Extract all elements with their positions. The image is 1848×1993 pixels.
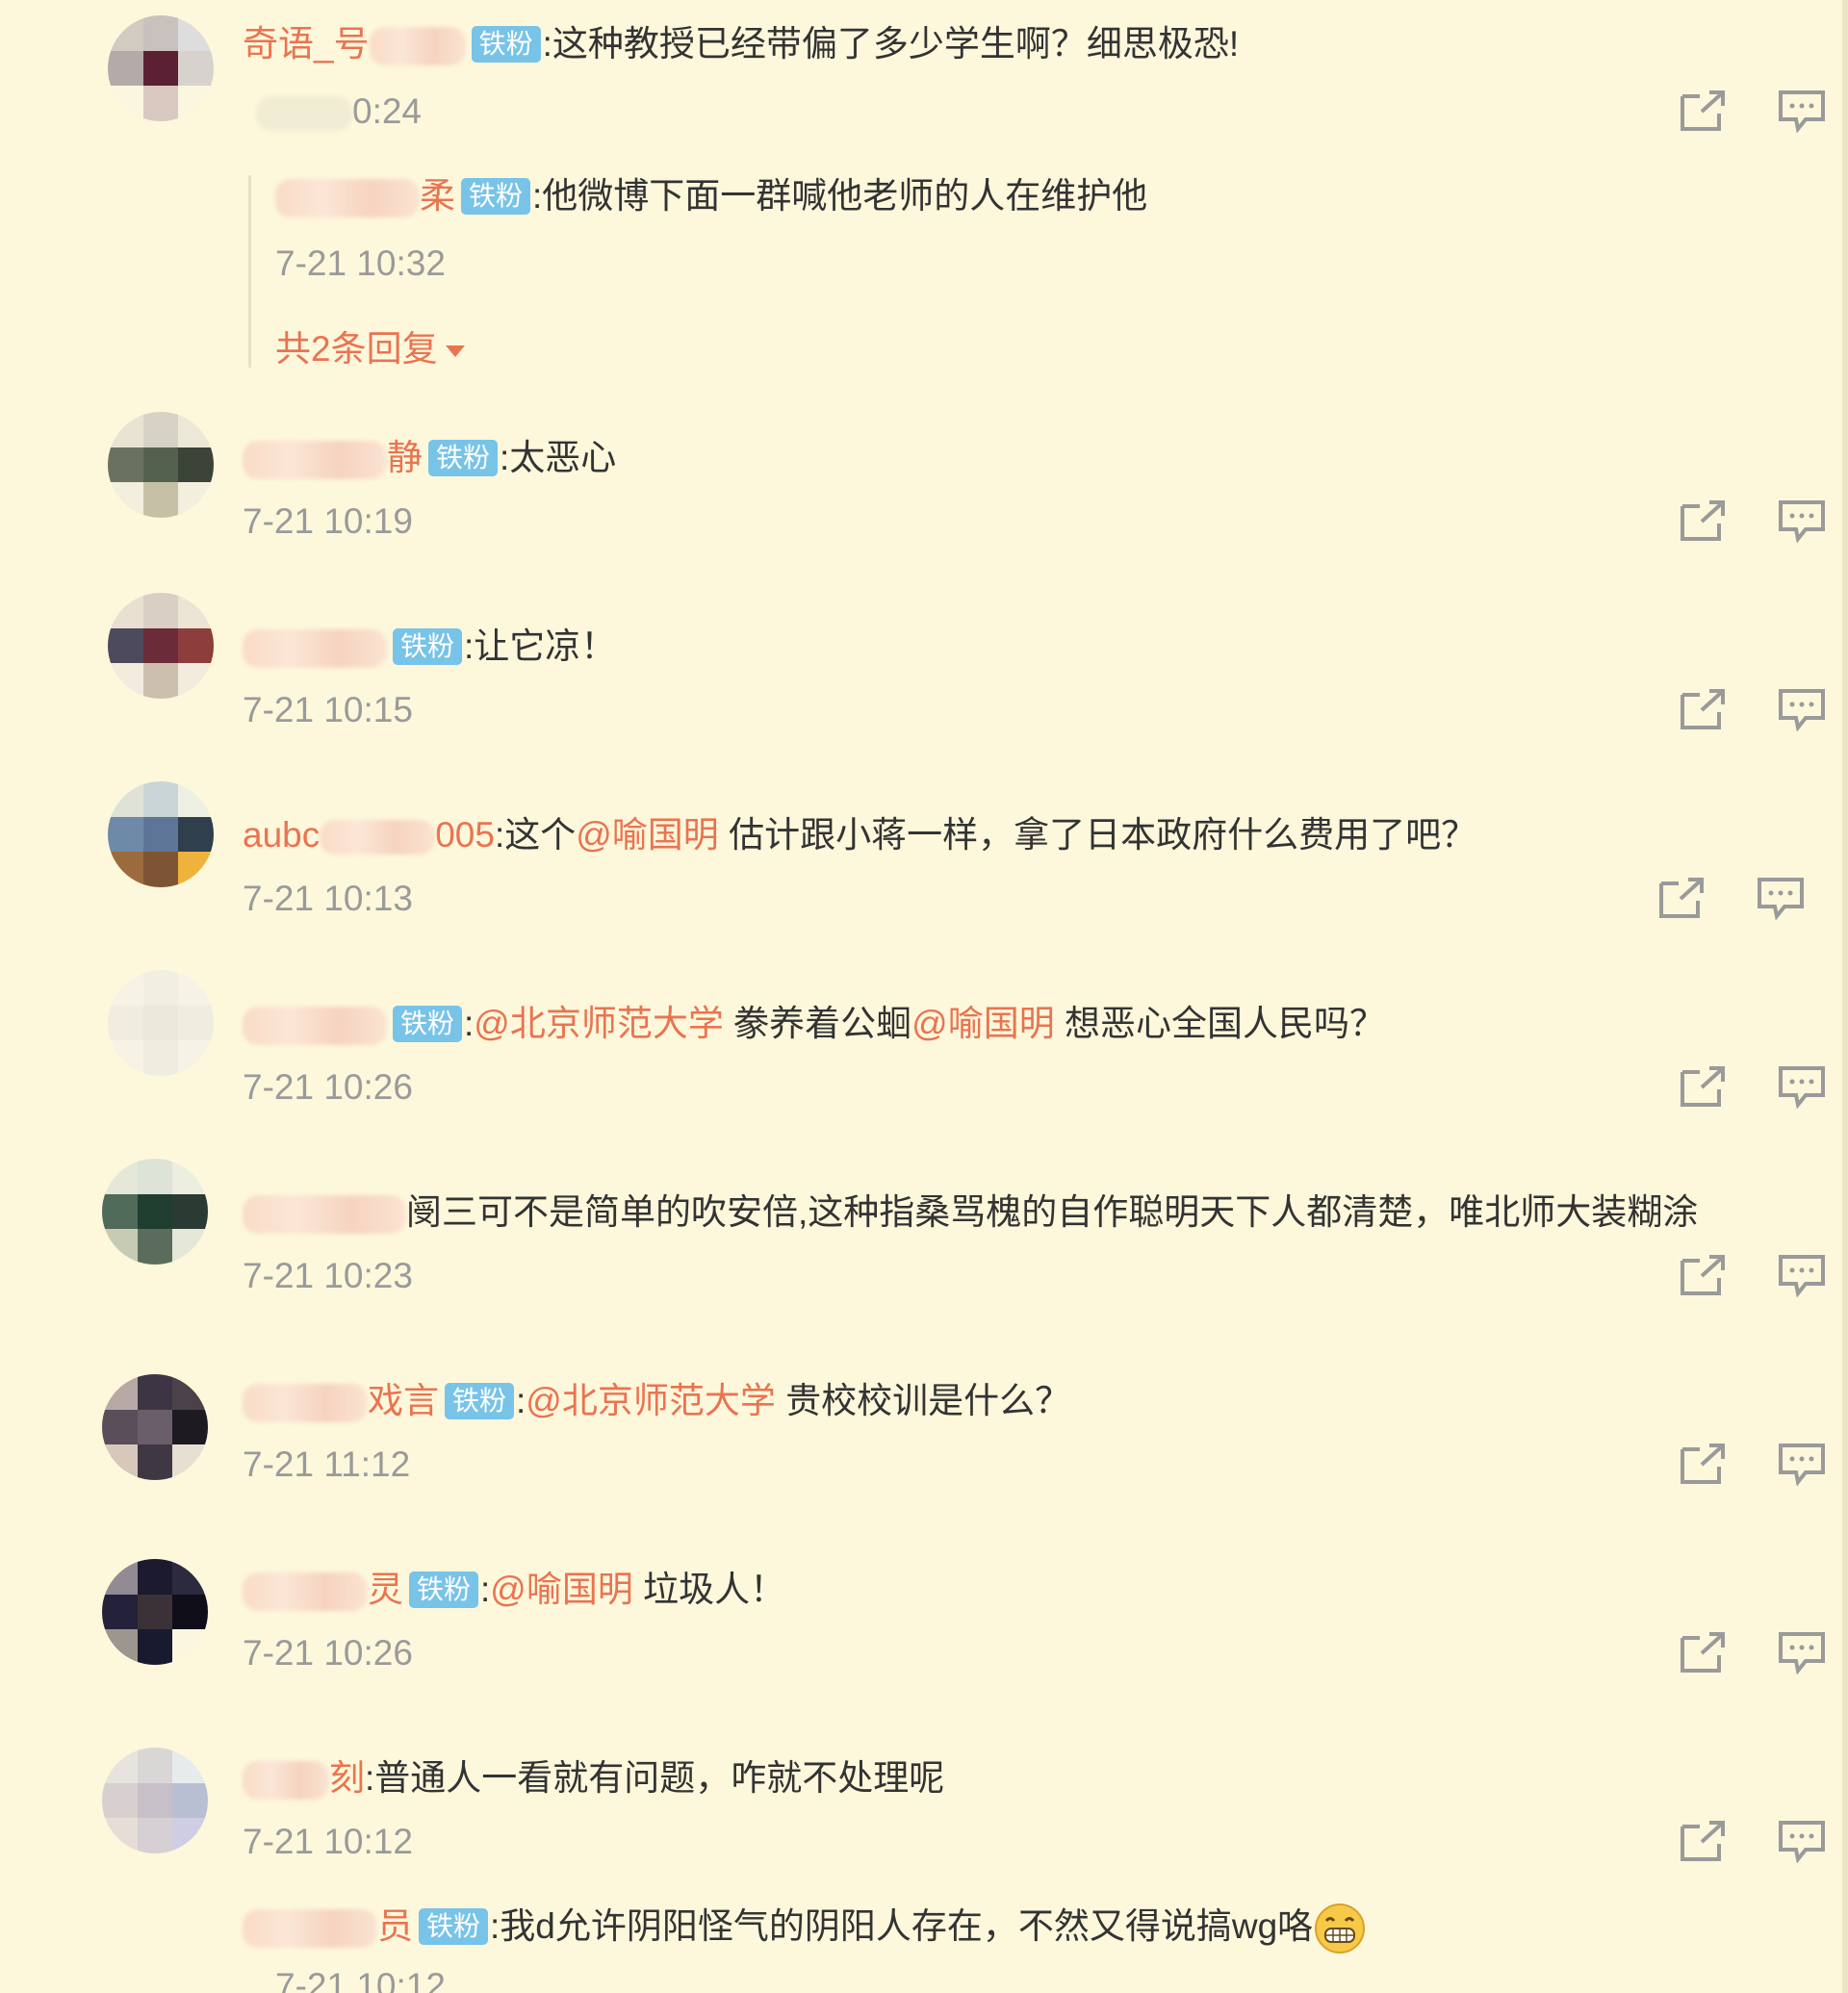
comment-text-line: 戏言 铁粉:@北京师范大学 贵校校训是什么？ (243, 1378, 1070, 1424)
timestamp: 7-21 10:19 (243, 501, 413, 541)
timestamp: 7-21 10:13 (243, 879, 413, 918)
share-icon[interactable] (1679, 1064, 1729, 1109)
blurred-username (369, 27, 466, 66)
comment-icon[interactable] (1777, 687, 1827, 731)
comment-text-line: 灵铁粉:@喻国明 垃圾人！ (243, 1567, 785, 1613)
comment-icon[interactable] (1777, 89, 1827, 133)
comment-text-line: 静铁粉:太恶心 (243, 435, 616, 481)
comment-text-line: 刻:普通人一看就有问题，咋就不处理呢 (243, 1755, 944, 1801)
timestamp: 7-21 11:12 (243, 1444, 411, 1484)
comment-body: 阌三可不是简单的吹安倍,这种指桑骂槐的自作聪明天下人都清楚，唯北师大装糊涂 (406, 1192, 1699, 1232)
comment-icon[interactable] (1756, 876, 1806, 920)
mention-link[interactable]: @北京师范大学 (474, 1004, 724, 1043)
blurred-username (275, 179, 420, 218)
comment-icon[interactable] (1777, 1819, 1827, 1863)
blurred-time (256, 96, 352, 132)
comment-text-line: 奇语_号 铁粉:这种教授已经带偏了多少学生啊？细思极恐! (243, 21, 1239, 67)
share-icon[interactable] (1679, 1819, 1729, 1863)
blurred-username (243, 1572, 368, 1612)
reply-body: :他微博下面一群喊他老师的人在维护他 (532, 176, 1148, 216)
username[interactable]: 戏言 (368, 1378, 439, 1424)
blurred-username (243, 1007, 387, 1046)
fan-badge: 铁粉 (419, 1908, 489, 1945)
share-icon[interactable] (1679, 687, 1729, 731)
fan-badge: 铁粉 (393, 1006, 463, 1043)
caret-down-icon (445, 345, 465, 358)
timestamp: 7-21 10:12 (275, 1966, 446, 1993)
comment-icon[interactable] (1777, 1630, 1827, 1674)
timestamp: 7-21 10:26 (243, 1067, 413, 1107)
mention-link[interactable]: @喻国明 (911, 1004, 1055, 1043)
username[interactable]: 奇语_号 (243, 21, 370, 67)
comment-text-line: 铁粉:@北京师范大学 豢养着公蛔@喻国明 想恶心全国人民吗？ (243, 1001, 1385, 1047)
comment-body: :这种教授已经带偏了多少学生啊？细思极恐! (542, 24, 1240, 64)
username[interactable]: 柔 (420, 173, 455, 219)
comment-body: :我d允许阴阳怪气的阴阳人存在，不然又得说搞wg咯 (490, 1905, 1314, 1946)
blurred-username (320, 820, 436, 856)
share-icon[interactable] (1657, 876, 1707, 920)
username[interactable]: 静 (387, 435, 423, 481)
avatar[interactable] (108, 412, 214, 518)
blurred-username (243, 1195, 406, 1235)
reply-text-line: 柔铁粉:他微博下面一群喊他老师的人在维护他 (275, 173, 1147, 219)
fan-badge: 铁粉 (409, 1571, 479, 1609)
avatar[interactable] (102, 1559, 208, 1665)
share-icon[interactable] (1679, 1630, 1729, 1674)
mention-link[interactable]: @北京师范大学 (526, 1381, 776, 1420)
timestamp: 7-21 10:23 (243, 1256, 413, 1295)
fan-badge: 铁粉 (445, 1383, 515, 1420)
avatar[interactable] (102, 1748, 208, 1853)
comment-feed: 奇语_号 铁粉:这种教授已经带偏了多少学生啊？细思极恐! 0:24 柔铁粉:他微博… (0, 0, 1848, 1993)
avatar[interactable] (108, 593, 214, 699)
comment-icon[interactable] (1777, 1442, 1827, 1486)
comment-body: :普通人一看就有问题，咋就不处理呢 (365, 1758, 945, 1798)
reply-rail (248, 175, 251, 368)
share-icon[interactable] (1679, 1253, 1729, 1297)
mention-link[interactable]: @喻国明 (490, 1570, 633, 1609)
fan-badge: 铁粉 (393, 628, 463, 666)
blurred-username (243, 1909, 377, 1948)
comment-text-line: aubc 005:这个@喻国明 估计跟小蒋一样，拿了日本政府什么费用了吧？ (243, 812, 1476, 858)
share-icon[interactable] (1679, 1442, 1729, 1486)
comment-body: :太恶心 (500, 438, 617, 477)
comment-text-line: 铁粉:让它凉！ (243, 624, 616, 670)
mention-link[interactable]: @喻国明 (576, 815, 719, 855)
comment-icon[interactable] (1777, 498, 1827, 543)
colon: : (464, 1004, 475, 1043)
comment-text-line: 员铁粉:我d允许阴阳怪气的阴阳人存在，不然又得说搞wg咯 (243, 1902, 1367, 1955)
more-replies-link[interactable]: 共2条回复 (275, 327, 465, 371)
blurred-username (243, 1761, 329, 1801)
timestamp: 0:24 (256, 90, 422, 133)
username[interactable]: 灵 (368, 1567, 403, 1613)
fan-badge: 铁粉 (461, 178, 531, 216)
blurred-username (243, 441, 387, 480)
timestamp: 7-21 10:15 (243, 690, 413, 729)
colon: : (516, 1381, 526, 1420)
comment-text-line: 阌三可不是简单的吹安倍,这种指桑骂槐的自作聪明天下人都清楚，唯北师大装糊涂 (243, 1189, 1698, 1236)
timestamp: 7-21 10:32 (275, 243, 446, 283)
avatar[interactable] (108, 970, 214, 1076)
avatar[interactable] (102, 1374, 208, 1480)
colon: : (480, 1570, 491, 1609)
grin-emoji-icon (1313, 1902, 1367, 1955)
fan-badge: 铁粉 (428, 440, 499, 477)
username[interactable]: 刻 (329, 1755, 365, 1801)
comment-body: :让它凉！ (464, 626, 617, 666)
share-icon[interactable] (1679, 89, 1729, 133)
username[interactable]: aubc 005 (243, 812, 495, 858)
comment-icon[interactable] (1777, 1253, 1827, 1297)
comment-icon[interactable] (1777, 1064, 1827, 1109)
avatar[interactable] (108, 15, 214, 121)
avatar[interactable] (108, 781, 214, 887)
scrollbar-track[interactable] (1842, 0, 1848, 1993)
avatar[interactable] (102, 1159, 208, 1265)
timestamp: 7-21 10:26 (243, 1633, 413, 1673)
timestamp: 7-21 10:12 (243, 1822, 413, 1861)
share-icon[interactable] (1679, 498, 1729, 543)
fan-badge: 铁粉 (471, 26, 541, 64)
blurred-username (243, 1384, 368, 1423)
username[interactable]: 员 (377, 1904, 413, 1950)
blurred-username (243, 629, 387, 669)
